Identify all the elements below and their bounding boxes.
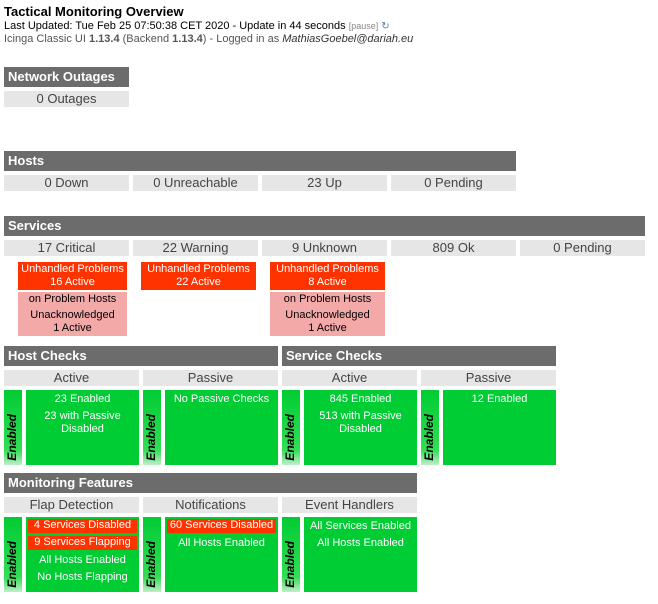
event-handlers-services-enabled[interactable]: All Services Enabled <box>304 520 417 533</box>
service-active-enabled[interactable]: 845 Enabled <box>304 393 417 406</box>
enabled-label: Enabled <box>283 414 297 461</box>
flap-hosts-flapping[interactable]: No Hosts Flapping <box>26 571 139 584</box>
services-pending[interactable]: 0 Pending <box>520 240 645 256</box>
monitoring-features-title: Monitoring Features <box>4 473 417 493</box>
notifications-services-disabled[interactable]: 60 Services Disabled <box>167 519 276 533</box>
page-header: Tactical Monitoring Overview Last Update… <box>4 4 413 46</box>
services-ok[interactable]: 809 Ok <box>391 240 516 256</box>
host-active-with-passive[interactable]: 23 with Passive <box>26 410 139 423</box>
critical-on-problem-hosts: on Problem Hosts <box>28 293 117 305</box>
unknown-unhandled-problems[interactable]: Unhandled Problems 8 Active <box>270 262 385 290</box>
last-updated-text: Last Updated: Tue Feb 25 07:50:38 CET 20… <box>4 20 346 32</box>
unknown-unhandled-value: 8 Active <box>308 276 347 288</box>
flap-hosts-enabled[interactable]: All Hosts Enabled <box>26 554 139 567</box>
warning-unhandled-label: Unhandled Problems <box>147 263 250 275</box>
page-title: Tactical Monitoring Overview <box>4 4 184 19</box>
flap-detection-panel[interactable]: 4 Services Disabled 9 Services Flapping … <box>26 517 139 592</box>
version-number: 1.13.4 <box>88 33 120 45</box>
host-passive-checks-panel[interactable]: No Passive Checks <box>165 390 278 465</box>
host-passive-enabled-stripe: Enabled <box>143 390 161 465</box>
hosts-pending[interactable]: 0 Pending <box>391 175 516 191</box>
logged-in-user: MathiasGoebel@dariah.eu <box>282 33 414 45</box>
version-prefix: Icinga Classic UI <box>4 33 89 45</box>
host-no-passive-checks[interactable]: No Passive Checks <box>165 393 278 406</box>
host-checks-title: Host Checks <box>4 346 278 366</box>
event-handlers-panel[interactable]: All Services Enabled All Hosts Enabled <box>304 517 417 592</box>
service-active-checks-panel[interactable]: 845 Enabled 513 with Passive Disabled <box>304 390 417 465</box>
critical-unhandled-problems[interactable]: Unhandled Problems 16 Active <box>18 262 127 290</box>
services-title: Services <box>4 216 645 236</box>
hosts-up[interactable]: 23 Up <box>262 175 387 191</box>
event-handlers-header: Event Handlers <box>282 497 417 513</box>
host-active-enabled-stripe: Enabled <box>4 390 22 465</box>
last-updated-line: Last Updated: Tue Feb 25 07:50:38 CET 20… <box>4 20 413 33</box>
service-active-enabled-stripe: Enabled <box>282 390 300 465</box>
host-checks-passive-header: Passive <box>143 370 278 386</box>
flap-detection-header: Flap Detection <box>4 497 139 513</box>
notifications-panel[interactable]: 60 Services Disabled All Hosts Enabled <box>165 517 278 592</box>
enabled-label: Enabled <box>144 414 158 461</box>
host-active-checks-panel[interactable]: 23 Enabled 23 with Passive Disabled <box>26 390 139 465</box>
host-active-disabled[interactable]: Disabled <box>26 423 139 436</box>
service-active-with-passive[interactable]: 513 with Passive <box>304 410 417 423</box>
pause-link[interactable]: [pause] <box>349 21 379 31</box>
network-outages-title: Network Outages <box>4 67 129 87</box>
unknown-on-problem-hosts: on Problem Hosts <box>283 293 372 305</box>
hosts-unreachable[interactable]: 0 Unreachable <box>133 175 258 191</box>
services-critical[interactable]: 17 Critical <box>4 240 129 256</box>
critical-problem-hosts[interactable]: on Problem Hosts Unacknowledged 1 Active <box>18 292 127 336</box>
host-active-enabled[interactable]: 23 Enabled <box>26 393 139 406</box>
service-checks-passive-header: Passive <box>421 370 556 386</box>
flap-services-flapping[interactable]: 9 Services Flapping <box>28 536 137 550</box>
flap-enabled-stripe: Enabled <box>4 517 22 592</box>
enabled-label: Enabled <box>283 541 297 588</box>
notifications-header: Notifications <box>143 497 278 513</box>
warning-unhandled-problems[interactable]: Unhandled Problems 22 Active <box>141 262 256 290</box>
services-unknown[interactable]: 9 Unknown <box>262 240 387 256</box>
unknown-problem-hosts[interactable]: on Problem Hosts Unacknowledged 1 Active <box>270 292 385 336</box>
service-active-disabled[interactable]: Disabled <box>304 423 417 436</box>
outages-count[interactable]: 0 Outages <box>4 91 129 107</box>
unknown-unack-label: Unacknowledged <box>285 309 370 321</box>
hosts-down[interactable]: 0 Down <box>4 175 129 191</box>
critical-unhandled-label: Unhandled Problems <box>21 263 124 275</box>
warning-unhandled-value: 22 Active <box>176 276 221 288</box>
enabled-label: Enabled <box>144 541 158 588</box>
notifications-hosts-enabled[interactable]: All Hosts Enabled <box>165 537 278 550</box>
event-handlers-enabled-stripe: Enabled <box>282 517 300 592</box>
unknown-unack-value: 1 Active <box>308 322 347 334</box>
refresh-icon[interactable]: ↻ <box>381 20 389 33</box>
enabled-label: Enabled <box>5 414 19 461</box>
unknown-unhandled-label: Unhandled Problems <box>276 263 379 275</box>
service-passive-checks-panel[interactable]: 12 Enabled <box>443 390 556 465</box>
backend-prefix: (Backend <box>119 33 173 45</box>
event-handlers-hosts-enabled[interactable]: All Hosts Enabled <box>304 537 417 550</box>
critical-unhandled-value: 16 Active <box>50 276 95 288</box>
version-line: Icinga Classic UI 1.13.4 (Backend 1.13.4… <box>4 33 413 46</box>
service-passive-enabled-stripe: Enabled <box>421 390 439 465</box>
host-checks-active-header: Active <box>4 370 139 386</box>
service-passive-enabled[interactable]: 12 Enabled <box>443 393 556 406</box>
enabled-label: Enabled <box>422 414 436 461</box>
services-warning[interactable]: 22 Warning <box>133 240 258 256</box>
critical-unack-label: Unacknowledged <box>30 309 115 321</box>
backend-version: 1.13.4 <box>172 33 203 45</box>
notifications-enabled-stripe: Enabled <box>143 517 161 592</box>
service-checks-active-header: Active <box>282 370 417 386</box>
enabled-label: Enabled <box>5 541 19 588</box>
flap-services-disabled[interactable]: 4 Services Disabled <box>28 519 137 533</box>
service-checks-title: Service Checks <box>282 346 556 366</box>
critical-unack-value: 1 Active <box>53 322 92 334</box>
logged-in-prefix: ) - Logged in as <box>202 33 283 45</box>
hosts-title: Hosts <box>4 151 516 171</box>
